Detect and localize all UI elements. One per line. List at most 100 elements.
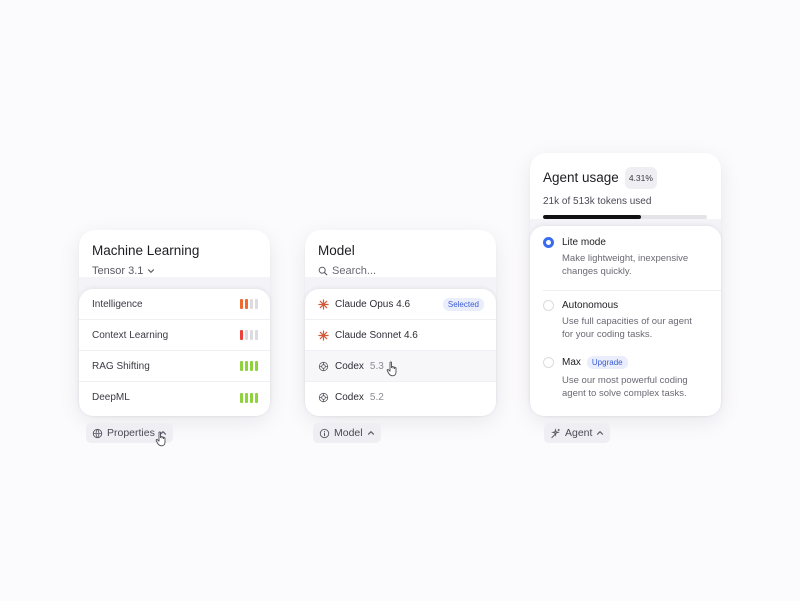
level-bar <box>255 299 258 309</box>
model-panel-header: Model Search... <box>305 230 496 277</box>
property-level-bars <box>240 392 258 403</box>
model-option[interactable]: Claude Opus 4.6 Selected <box>305 289 496 320</box>
property-row[interactable]: Context Learning <box>79 320 270 351</box>
claude-icon <box>318 329 329 341</box>
agent-mode-title: Lite mode <box>562 237 606 248</box>
chevron-down-icon <box>147 267 155 275</box>
openai-icon <box>318 392 329 403</box>
property-label: Context Learning <box>92 329 169 341</box>
model-version: 5.2 <box>369 392 384 403</box>
properties-trigger-label: Properties <box>107 427 155 439</box>
level-bar <box>255 392 258 403</box>
level-bar <box>240 330 243 340</box>
globe-icon <box>92 428 103 439</box>
usage-text: 21k of 513k tokens used <box>543 196 652 207</box>
property-label: Intelligence <box>92 298 143 310</box>
agent-mode-desc-line: Use full capacities of our agent <box>562 316 692 327</box>
search-icon <box>318 266 328 276</box>
agent-mode-title: Autonomous <box>562 300 619 311</box>
usage-progress-fill <box>543 215 642 219</box>
agent-mode-description: Use our most powerful coding agent to so… <box>562 375 708 400</box>
agent-mode-option[interactable]: Max Upgrade Use our most powerful coding… <box>530 354 721 414</box>
selected-badge: Selected <box>442 297 484 311</box>
openai-icon <box>318 361 329 372</box>
tensor-version-select[interactable]: Tensor 3.1 <box>92 265 257 277</box>
agent-mode-description: Make lightweight, inexpensive changes qu… <box>562 253 708 278</box>
agent-mode-title-row: Max Upgrade <box>543 356 708 369</box>
model-option[interactable]: Codex 5.3 <box>305 351 496 382</box>
property-level-bars <box>240 299 258 309</box>
model-version: 5.3 <box>369 360 384 372</box>
machine-learning-panel: Machine Learning Tensor 3.1 Intelligence… <box>79 230 270 416</box>
agent-mode-option[interactable]: Autonomous Use full capacities of our ag… <box>530 291 721 354</box>
property-row[interactable]: RAG Shifting <box>79 351 270 382</box>
chevron-up-icon <box>367 429 375 437</box>
radio-unselected[interactable] <box>543 300 554 311</box>
level-bar <box>250 299 253 309</box>
property-row[interactable]: Intelligence <box>79 289 270 320</box>
level-bar <box>240 361 243 371</box>
hand-cursor-icon <box>386 361 399 377</box>
property-row[interactable]: DeepML <box>79 382 270 413</box>
usage-percent-badge: 4.31% <box>624 167 657 189</box>
level-bar <box>250 392 253 403</box>
agent-mode-desc-line: Use our most powerful coding <box>562 375 688 386</box>
level-bar <box>245 361 248 371</box>
agent-mode-desc-line: agent to solve complex tasks. <box>562 387 687 399</box>
level-bar <box>240 392 243 403</box>
model-trigger-button[interactable]: Model <box>313 423 381 443</box>
upgrade-badge[interactable]: Upgrade <box>586 356 628 369</box>
model-panel: Model Search... Claude Opus 4.6 Selected… <box>305 230 496 416</box>
radio-selected[interactable] <box>543 237 554 248</box>
usage-progress-bar <box>543 215 707 219</box>
agent-panel-title-row: Agent usage 4.31% <box>543 167 708 189</box>
level-bar <box>245 299 248 309</box>
agent-mode-desc-line: Make lightweight, inexpensive <box>562 253 689 264</box>
model-name: Codex <box>335 392 364 403</box>
agent-mode-title: Max <box>562 357 581 368</box>
agent-mode-desc-line: for your coding tasks. <box>562 328 653 340</box>
model-list: Claude Opus 4.6 Selected Claude Sonnet 4… <box>305 289 496 416</box>
agent-usage-panel: Agent usage 4.31% 21k of 513k tokens use… <box>530 153 721 416</box>
agent-mode-desc-line: changes quickly. <box>562 265 632 277</box>
level-bar <box>250 361 253 371</box>
properties-list: Intelligence Context Learning RAG Shifti… <box>79 289 270 416</box>
model-name: Codex <box>335 360 364 372</box>
hand-cursor-icon <box>155 431 168 447</box>
tensor-version-label: Tensor 3.1 <box>92 265 144 277</box>
radio-unselected[interactable] <box>543 357 554 368</box>
agent-trigger-button[interactable]: Agent <box>544 423 611 443</box>
model-panel-title: Model <box>318 243 355 258</box>
model-trigger-label: Model <box>334 427 363 439</box>
model-option[interactable]: Codex 5.2 <box>305 382 496 413</box>
property-label: DeepML <box>92 392 130 403</box>
property-level-bars <box>240 361 258 371</box>
level-bar <box>245 392 248 403</box>
agent-icon <box>550 427 561 439</box>
level-bar <box>250 330 253 340</box>
model-name: Claude Sonnet 4.6 <box>335 329 418 341</box>
ml-panel-header: Machine Learning Tensor 3.1 <box>79 230 270 277</box>
level-bar <box>240 299 243 309</box>
agent-mode-description: Use full capacities of our agent for you… <box>562 316 708 341</box>
chevron-up-icon <box>596 429 604 437</box>
model-name: Claude Opus 4.6 <box>335 298 411 310</box>
level-bar <box>255 330 258 340</box>
ml-panel-title: Machine Learning <box>92 243 200 258</box>
property-label: RAG Shifting <box>92 360 150 372</box>
model-option[interactable]: Claude Sonnet 4.6 <box>305 320 496 351</box>
agent-mode-title-row: Autonomous <box>543 300 708 311</box>
model-search-field[interactable]: Search... <box>318 265 483 277</box>
agent-mode-option[interactable]: Lite mode Make lightweight, inexpensive … <box>530 237 721 290</box>
agent-panel-title: Agent usage <box>543 170 619 185</box>
agent-panel-header: Agent usage 4.31% 21k of 513k tokens use… <box>530 153 721 219</box>
model-search-input[interactable]: Search... <box>332 265 376 277</box>
level-bar <box>245 330 248 340</box>
agent-trigger-label: Agent <box>565 427 593 439</box>
property-level-bars <box>240 330 258 340</box>
agent-mode-title-row: Lite mode <box>543 237 708 248</box>
level-bar <box>255 361 258 371</box>
agent-mode-list: Lite mode Make lightweight, inexpensive … <box>530 226 721 416</box>
claude-icon <box>318 298 329 310</box>
info-icon <box>319 428 330 439</box>
